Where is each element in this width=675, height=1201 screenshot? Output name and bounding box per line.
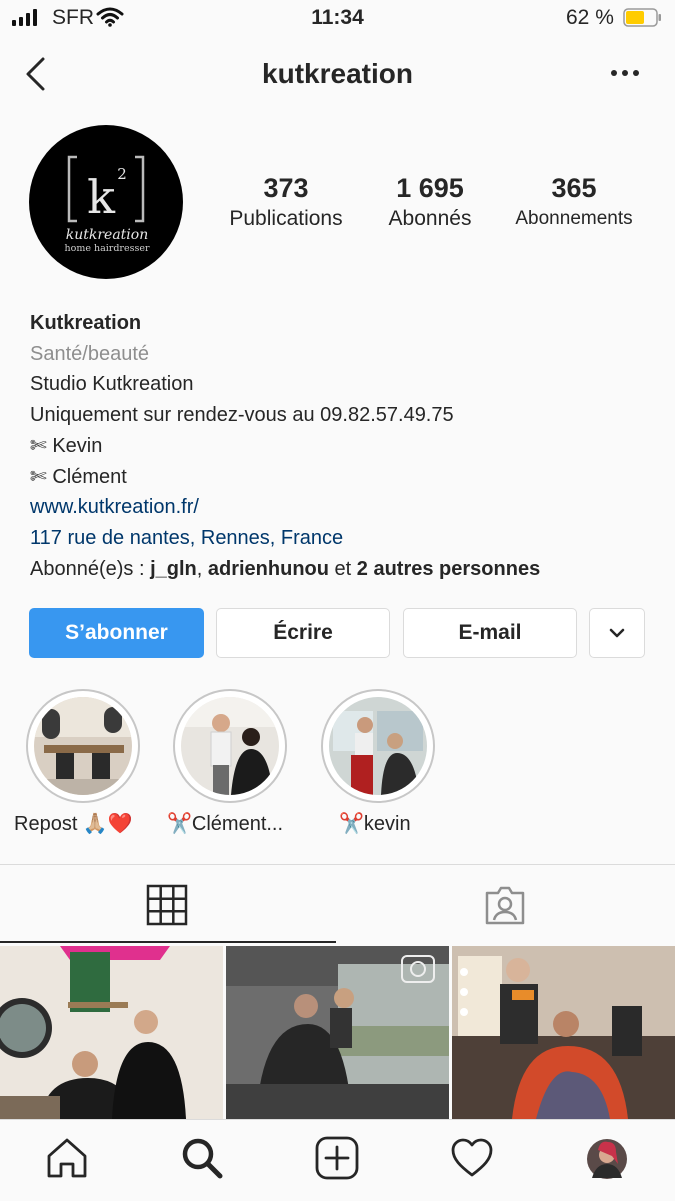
stat-following[interactable]: 365 Abonnements: [503, 172, 645, 234]
profile-avatar-icon: [587, 1139, 627, 1179]
search-icon: [182, 1138, 223, 1179]
website-link[interactable]: www.kutkreation.fr/: [30, 492, 540, 523]
tagged-person-icon: [485, 886, 525, 925]
post-thumbnail[interactable]: [226, 946, 449, 1119]
tabs-divider: [0, 864, 675, 865]
profile-bio: Kutkreation Santé/beauté Studio Kutkreat…: [30, 308, 540, 584]
stat-followers[interactable]: 1 695 Abonnés: [370, 172, 490, 234]
brand-logo: k 2 kutkreation home hairdresser: [64, 155, 150, 254]
bio-line: Studio Kutkreation: [30, 373, 194, 396]
post-thumbnail[interactable]: [0, 946, 223, 1119]
nav-profile[interactable]: [586, 1138, 628, 1185]
followed-by-separator: ,: [196, 557, 208, 580]
email-button[interactable]: E-mail: [403, 608, 577, 658]
active-tab-indicator: [0, 941, 336, 943]
svg-text:2: 2: [117, 165, 127, 183]
profile-username-title: kutkreation: [262, 58, 413, 89]
suggestions-button[interactable]: [589, 608, 645, 658]
nav-activity[interactable]: [450, 1136, 494, 1185]
svg-text:k: k: [87, 170, 116, 224]
tab-grid[interactable]: [146, 884, 188, 931]
post-thumbnail[interactable]: [452, 946, 675, 1119]
stat-followers-count: 1 695: [396, 173, 464, 203]
battery-percent: 62 %: [566, 6, 614, 29]
followed-by[interactable]: Abonné(e)s : j_gln, adrienhunou et 2 aut…: [30, 554, 540, 585]
tab-tagged[interactable]: [483, 883, 527, 932]
follow-button[interactable]: S’abonner: [29, 608, 204, 658]
highlight-label: ✂️Clément...: [167, 813, 284, 835]
bio-line: Uniquement sur rendez-vous au 09.82.57.4…: [30, 404, 454, 427]
profile-category: Santé/beauté: [30, 342, 149, 365]
highlight-clement[interactable]: [173, 689, 287, 803]
svg-text:home hairdresser: home hairdresser: [64, 243, 149, 254]
home-icon: [47, 1138, 87, 1178]
stat-posts: 373 Publications: [216, 172, 356, 234]
stat-following-count: 365: [551, 173, 597, 203]
followed-by-and: et: [328, 557, 357, 580]
bio-line: ✄ Kevin: [30, 434, 103, 457]
battery-icon: [623, 8, 661, 27]
add-post-icon: [315, 1136, 359, 1180]
stat-posts-count: 373: [263, 173, 309, 203]
highlight-cover-image: [34, 697, 132, 795]
chevron-down-icon: [609, 628, 625, 638]
bio-line: ✄ Clément: [30, 465, 127, 488]
followed-by-user[interactable]: j_gln: [150, 558, 197, 580]
nav-home[interactable]: [45, 1136, 89, 1185]
more-options-button[interactable]: [610, 66, 640, 84]
highlight-label: ✂️kevin: [339, 813, 411, 835]
highlight-cover-image: [181, 697, 279, 795]
stat-posts-label: Publications: [229, 207, 343, 230]
more-dots-icon: [611, 70, 639, 76]
svg-text:kutkreation: kutkreation: [66, 227, 148, 243]
profile-display-name: Kutkreation: [30, 312, 142, 334]
highlight-label: Repost 🙏🏼❤️: [14, 813, 133, 835]
nav-search[interactable]: [180, 1136, 224, 1185]
followed-by-prefix: Abonné(e)s :: [30, 557, 151, 580]
stat-following-label: Abonnements: [515, 208, 633, 229]
message-button[interactable]: Écrire: [216, 608, 390, 658]
followed-by-others[interactable]: 2 autres personnes: [357, 558, 540, 580]
nav-new-post[interactable]: [315, 1136, 359, 1185]
address-link[interactable]: 117 rue de nantes, Rennes, France: [30, 523, 540, 554]
profile-avatar[interactable]: k 2 kutkreation home hairdresser: [29, 125, 183, 279]
highlight-repost[interactable]: [26, 689, 140, 803]
heart-icon: [451, 1138, 493, 1177]
stat-followers-label: Abonnés: [388, 207, 472, 230]
grid-icon: [146, 884, 188, 926]
highlight-kevin[interactable]: [321, 689, 435, 803]
followed-by-user[interactable]: adrienhunou: [208, 558, 329, 580]
status-bar: SFR 11:34 62 %: [0, 0, 675, 36]
highlight-cover-image: [329, 697, 427, 795]
